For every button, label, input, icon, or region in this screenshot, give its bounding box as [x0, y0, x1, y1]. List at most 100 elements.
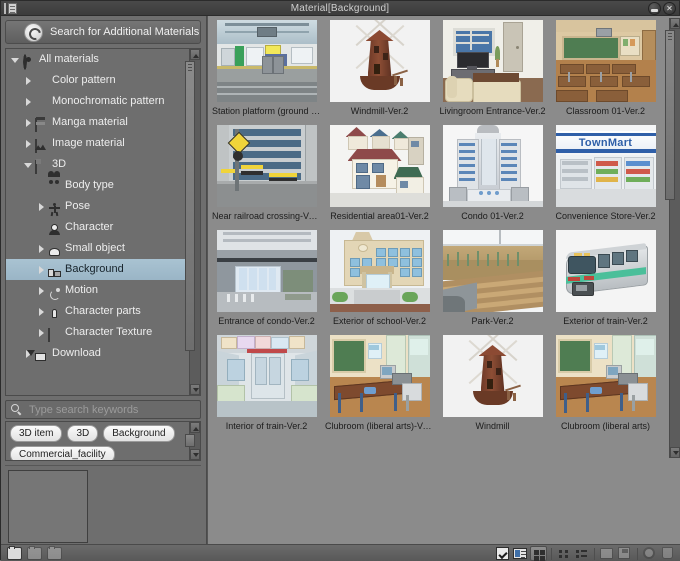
- tree-item-character-texture[interactable]: Character Texture: [6, 322, 189, 343]
- chevron-right-icon[interactable]: [23, 133, 34, 154]
- search-additional-materials-button[interactable]: Search for Additional Materials: [5, 20, 201, 44]
- large-thumbnail-view-button[interactable]: [530, 546, 547, 561]
- material-item[interactable]: Residential area01-Ver.2: [323, 123, 436, 228]
- material-tree[interactable]: All materialsColor patternMonochromatic …: [6, 49, 189, 395]
- material-item[interactable]: Entrance of condo-Ver.2: [210, 228, 323, 333]
- material-label: Condo 01-Ver.2: [436, 209, 549, 223]
- material-item[interactable]: TownMartConvenience Store-Ver.2: [549, 123, 662, 228]
- save-button: [616, 546, 633, 561]
- scrollbar-thumb[interactable]: [185, 61, 195, 351]
- material-item[interactable]: Windmill-Ver.2: [323, 18, 436, 123]
- store-sign-text: TownMart: [556, 136, 656, 149]
- chevron-down-icon[interactable]: [23, 154, 34, 175]
- tree-item-background[interactable]: Background: [6, 259, 189, 280]
- tree-scrollbar[interactable]: [189, 49, 200, 395]
- material-item[interactable]: Livingroom Entrance-Ver.2: [436, 18, 549, 123]
- window-controls: ✕: [648, 2, 676, 15]
- download-icon: [34, 346, 49, 361]
- material-item[interactable]: Exterior of train-Ver.2: [549, 228, 662, 333]
- material-thumbnail: [556, 20, 656, 102]
- detail-card-view-button[interactable]: [512, 546, 529, 561]
- material-thumbnail: [330, 125, 430, 207]
- tree-item-label: Character: [65, 217, 113, 238]
- small-thumbnail-view-button[interactable]: [555, 546, 572, 561]
- material-item[interactable]: Clubroom (liberal arts)-Ver.2: [323, 333, 436, 438]
- chevron-right-icon[interactable]: [36, 280, 47, 301]
- search-input[interactable]: [27, 403, 200, 417]
- tree-item-character[interactable]: Character: [6, 217, 189, 238]
- scroll-down-icon[interactable]: [670, 447, 680, 458]
- grid-container: Station platform (ground level)-Ver.2Win…: [207, 16, 680, 544]
- tree-item-3d[interactable]: 3D: [6, 154, 189, 175]
- tree-item-label: Color pattern: [52, 70, 116, 91]
- material-thumbnail: [556, 335, 656, 417]
- material-item[interactable]: Park-Ver.2: [436, 228, 549, 333]
- material-item[interactable]: Interior of train-Ver.2: [210, 333, 323, 438]
- chevron-down-icon[interactable]: [10, 49, 21, 70]
- scroll-up-icon[interactable]: [190, 49, 200, 60]
- material-label: Entrance of condo-Ver.2: [210, 314, 323, 328]
- keyword-search-field[interactable]: [5, 400, 201, 419]
- tag-chip[interactable]: Commercial_facility: [10, 446, 115, 460]
- scrollbar-thumb[interactable]: [185, 434, 195, 447]
- material-item[interactable]: Near railroad crossing-Ver.2: [210, 123, 323, 228]
- tag-chip[interactable]: 3D: [67, 425, 98, 442]
- chevron-right-icon[interactable]: [23, 91, 34, 112]
- chevron-right-icon[interactable]: [36, 301, 47, 322]
- tag-chip[interactable]: Background: [103, 425, 174, 442]
- monochromatic-pattern-icon: [34, 94, 49, 109]
- material-thumbnail: [443, 125, 543, 207]
- close-icon[interactable]: ✕: [663, 2, 676, 15]
- chevron-right-icon[interactable]: [36, 238, 47, 259]
- tree-item-download[interactable]: Download: [6, 343, 189, 364]
- tree-item-pose[interactable]: Pose: [6, 196, 189, 217]
- all-materials-icon: [21, 52, 36, 67]
- preview-thumbnail: [8, 470, 88, 543]
- material-grid[interactable]: Station platform (ground level)-Ver.2Win…: [210, 18, 669, 458]
- scroll-up-icon[interactable]: [670, 18, 680, 29]
- material-label: Interior of train-Ver.2: [210, 419, 323, 433]
- material-item[interactable]: Classroom 01-Ver.2: [549, 18, 662, 123]
- checkbox-toggle-button[interactable]: [494, 546, 511, 561]
- material-item[interactable]: Clubroom (liberal arts): [549, 333, 662, 438]
- chevron-right-icon[interactable]: [23, 70, 34, 91]
- tree-item-character-parts[interactable]: Character parts: [6, 301, 189, 322]
- scrollbar-thumb[interactable]: [665, 30, 675, 200]
- tree-item-color-pattern[interactable]: Color pattern: [6, 70, 189, 91]
- tree-item-all-materials[interactable]: All materials: [6, 49, 189, 70]
- toolbar-divider: [637, 548, 638, 560]
- tag-chip[interactable]: 3D item: [10, 425, 62, 442]
- minimize-button[interactable]: [648, 2, 661, 15]
- chevron-right-icon[interactable]: [36, 322, 47, 343]
- color-pattern-icon: [34, 73, 49, 88]
- new-folder-button[interactable]: [7, 547, 22, 560]
- scroll-up-icon[interactable]: [190, 422, 200, 433]
- scroll-down-icon[interactable]: [190, 449, 200, 460]
- material-item[interactable]: Condo 01-Ver.2: [436, 123, 549, 228]
- tree-item-image-material[interactable]: Image material: [6, 133, 189, 154]
- material-item[interactable]: Exterior of school-Ver.2: [323, 228, 436, 333]
- material-item[interactable]: Station platform (ground level)-Ver.2: [210, 18, 323, 123]
- chevron-right-icon[interactable]: [36, 259, 47, 280]
- material-label: Clubroom (liberal arts)-Ver.2: [323, 419, 436, 433]
- tree-item-body-type[interactable]: Body type: [6, 175, 189, 196]
- tree-item-motion[interactable]: Motion: [6, 280, 189, 301]
- tree-item-monochromatic-pattern[interactable]: Monochromatic pattern: [6, 91, 189, 112]
- scroll-down-icon[interactable]: [190, 384, 200, 395]
- tree-item-label: Pose: [65, 196, 90, 217]
- small-object-icon: [47, 241, 62, 256]
- tree-spacer: [36, 217, 47, 238]
- character-icon: [47, 220, 62, 235]
- chevron-right-icon[interactable]: [23, 112, 34, 133]
- material-label: Livingroom Entrance-Ver.2: [436, 104, 549, 118]
- tree-item-small-object[interactable]: Small object: [6, 238, 189, 259]
- tree-item-manga-material[interactable]: Manga material: [6, 112, 189, 133]
- material-thumbnail: [217, 230, 317, 312]
- tag-scrollbar[interactable]: [189, 422, 200, 460]
- list-detail-view-button[interactable]: [573, 546, 590, 561]
- material-label: Clubroom (liberal arts): [549, 419, 662, 433]
- material-item[interactable]: Windmill: [436, 333, 549, 438]
- chevron-right-icon[interactable]: [36, 196, 47, 217]
- tree-item-label: Image material: [52, 133, 125, 154]
- grid-scrollbar[interactable]: [669, 18, 680, 458]
